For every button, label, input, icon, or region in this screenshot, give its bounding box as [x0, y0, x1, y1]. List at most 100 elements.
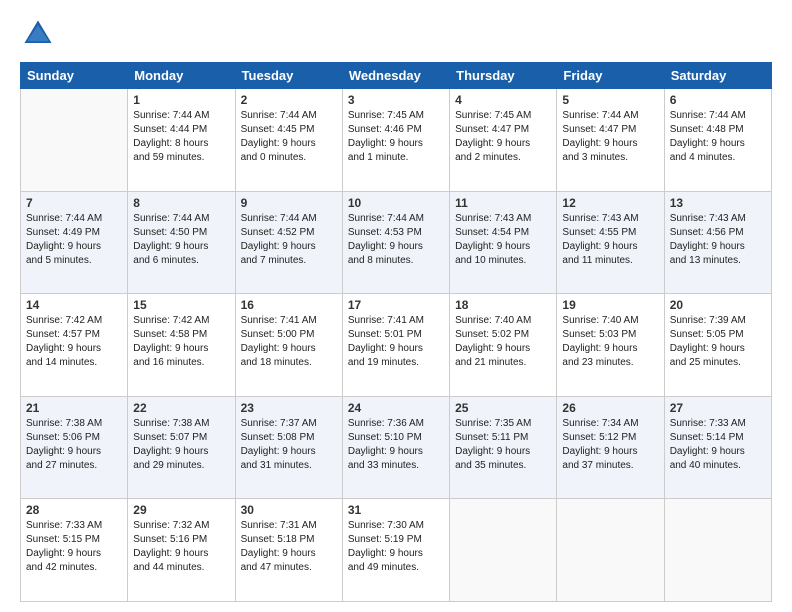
calendar-cell: 25 Sunrise: 7:35 AM Sunset: 5:11 PM Dayli…	[450, 396, 557, 499]
day-info: Sunrise: 7:43 AM Sunset: 4:54 PM Dayligh…	[455, 212, 551, 268]
page: SundayMondayTuesdayWednesdayThursdayFrid…	[0, 0, 792, 612]
day-info: Sunrise: 7:45 AM Sunset: 4:46 PM Dayligh…	[348, 109, 444, 165]
day-info: Sunrise: 7:36 AM Sunset: 5:10 PM Dayligh…	[348, 417, 444, 473]
day-info: Sunrise: 7:45 AM Sunset: 4:47 PM Dayligh…	[455, 109, 551, 165]
day-info: Sunrise: 7:44 AM Sunset: 4:52 PM Dayligh…	[241, 212, 337, 268]
logo	[20, 16, 60, 52]
calendar-cell: 24Sunrise: 7:36 AM Sunset: 5:10 PM Dayli…	[342, 396, 449, 499]
day-number: 18	[455, 298, 551, 312]
day-number: 14	[26, 298, 122, 312]
day-info: Sunrise: 7:30 AM Sunset: 5:19 PM Dayligh…	[348, 519, 444, 575]
day-number: 23	[241, 401, 337, 415]
calendar-cell: 13 Sunrise: 7:43 AM Sunset: 4:56 PM Dayli…	[664, 191, 771, 294]
day-number: 2	[241, 93, 337, 107]
day-number: 10	[348, 196, 444, 210]
day-number: 12	[562, 196, 658, 210]
day-number: 20	[670, 298, 766, 312]
calendar-cell	[21, 89, 128, 192]
day-info: Sunrise: 7:43 AM Sunset: 4:56 PM Dayligh…	[670, 212, 766, 268]
calendar-cell: 19Sunrise: 7:40 AM Sunset: 5:03 PM Dayli…	[557, 294, 664, 397]
calendar-cell: 16 Sunrise: 7:41 AM Sunset: 5:00 PM Dayli…	[235, 294, 342, 397]
day-number: 21	[26, 401, 122, 415]
day-info: Sunrise: 7:42 AM Sunset: 4:58 PM Dayligh…	[133, 314, 229, 370]
calendar-cell: 2 Sunrise: 7:44 AM Sunset: 4:45 PM Daylig…	[235, 89, 342, 192]
calendar-cell: 15 Sunrise: 7:42 AM Sunset: 4:58 PM Dayli…	[128, 294, 235, 397]
calendar-cell: 18 Sunrise: 7:40 AM Sunset: 5:02 PM Dayli…	[450, 294, 557, 397]
day-info: Sunrise: 7:35 AM Sunset: 5:11 PM Dayligh…	[455, 417, 551, 473]
day-number: 22	[133, 401, 229, 415]
day-number: 13	[670, 196, 766, 210]
day-info: Sunrise: 7:44 AM Sunset: 4:44 PM Dayligh…	[133, 109, 229, 165]
calendar-cell: 21 Sunrise: 7:38 AM Sunset: 5:06 PM Dayli…	[21, 396, 128, 499]
calendar-cell: 29 Sunrise: 7:32 AM Sunset: 5:16 PM Dayli…	[128, 499, 235, 602]
day-info: Sunrise: 7:44 AM Sunset: 4:53 PM Dayligh…	[348, 212, 444, 268]
calendar-cell: 11 Sunrise: 7:43 AM Sunset: 4:54 PM Dayli…	[450, 191, 557, 294]
day-number: 25	[455, 401, 551, 415]
calendar-cell: 20 Sunrise: 7:39 AM Sunset: 5:05 PM Dayli…	[664, 294, 771, 397]
calendar-table: SundayMondayTuesdayWednesdayThursdayFrid…	[20, 62, 772, 602]
day-number: 5	[562, 93, 658, 107]
calendar-cell: 22 Sunrise: 7:38 AM Sunset: 5:07 PM Dayli…	[128, 396, 235, 499]
day-number: 1	[133, 93, 229, 107]
day-number: 11	[455, 196, 551, 210]
calendar-cell: 9 Sunrise: 7:44 AM Sunset: 4:52 PM Daylig…	[235, 191, 342, 294]
calendar-cell: 4 Sunrise: 7:45 AM Sunset: 4:47 PM Daylig…	[450, 89, 557, 192]
day-number: 9	[241, 196, 337, 210]
day-number: 27	[670, 401, 766, 415]
day-info: Sunrise: 7:41 AM Sunset: 5:01 PM Dayligh…	[348, 314, 444, 370]
day-info: Sunrise: 7:43 AM Sunset: 4:55 PM Dayligh…	[562, 212, 658, 268]
col-header-thursday: Thursday	[450, 63, 557, 89]
day-number: 16	[241, 298, 337, 312]
day-info: Sunrise: 7:37 AM Sunset: 5:08 PM Dayligh…	[241, 417, 337, 473]
day-info: Sunrise: 7:41 AM Sunset: 5:00 PM Dayligh…	[241, 314, 337, 370]
calendar-cell: 12 Sunrise: 7:43 AM Sunset: 4:55 PM Dayli…	[557, 191, 664, 294]
day-number: 31	[348, 503, 444, 517]
day-info: Sunrise: 7:40 AM Sunset: 5:02 PM Dayligh…	[455, 314, 551, 370]
day-info: Sunrise: 7:38 AM Sunset: 5:07 PM Dayligh…	[133, 417, 229, 473]
calendar-cell: 27 Sunrise: 7:33 AM Sunset: 5:14 PM Dayli…	[664, 396, 771, 499]
calendar-cell: 23 Sunrise: 7:37 AM Sunset: 5:08 PM Dayli…	[235, 396, 342, 499]
day-number: 17	[348, 298, 444, 312]
day-info: Sunrise: 7:44 AM Sunset: 4:50 PM Dayligh…	[133, 212, 229, 268]
calendar-cell: 10 Sunrise: 7:44 AM Sunset: 4:53 PM Dayli…	[342, 191, 449, 294]
day-number: 28	[26, 503, 122, 517]
day-number: 7	[26, 196, 122, 210]
calendar-cell: 30Sunrise: 7:31 AM Sunset: 5:18 PM Dayli…	[235, 499, 342, 602]
calendar-cell	[557, 499, 664, 602]
calendar-cell: 14 Sunrise: 7:42 AM Sunset: 4:57 PM Dayli…	[21, 294, 128, 397]
day-number: 3	[348, 93, 444, 107]
day-number: 15	[133, 298, 229, 312]
day-info: Sunrise: 7:38 AM Sunset: 5:06 PM Dayligh…	[26, 417, 122, 473]
day-info: Sunrise: 7:40 AM Sunset: 5:03 PM Dayligh…	[562, 314, 658, 370]
day-number: 29	[133, 503, 229, 517]
day-info: Sunrise: 7:33 AM Sunset: 5:14 PM Dayligh…	[670, 417, 766, 473]
col-header-saturday: Saturday	[664, 63, 771, 89]
header	[20, 16, 772, 52]
day-number: 4	[455, 93, 551, 107]
day-number: 26	[562, 401, 658, 415]
day-info: Sunrise: 7:44 AM Sunset: 4:45 PM Dayligh…	[241, 109, 337, 165]
calendar-cell: 8 Sunrise: 7:44 AM Sunset: 4:50 PM Daylig…	[128, 191, 235, 294]
day-number: 6	[670, 93, 766, 107]
col-header-tuesday: Tuesday	[235, 63, 342, 89]
calendar-cell: 1 Sunrise: 7:44 AM Sunset: 4:44 PM Daylig…	[128, 89, 235, 192]
calendar-cell: 6Sunrise: 7:44 AM Sunset: 4:48 PM Daylig…	[664, 89, 771, 192]
day-info: Sunrise: 7:44 AM Sunset: 4:49 PM Dayligh…	[26, 212, 122, 268]
calendar-cell: 7 Sunrise: 7:44 AM Sunset: 4:49 PM Daylig…	[21, 191, 128, 294]
calendar-cell: 5 Sunrise: 7:44 AM Sunset: 4:47 PM Daylig…	[557, 89, 664, 192]
day-info: Sunrise: 7:32 AM Sunset: 5:16 PM Dayligh…	[133, 519, 229, 575]
day-info: Sunrise: 7:39 AM Sunset: 5:05 PM Dayligh…	[670, 314, 766, 370]
calendar-cell: 17 Sunrise: 7:41 AM Sunset: 5:01 PM Dayli…	[342, 294, 449, 397]
day-info: Sunrise: 7:44 AM Sunset: 4:47 PM Dayligh…	[562, 109, 658, 165]
calendar-cell	[664, 499, 771, 602]
day-info: Sunrise: 7:33 AM Sunset: 5:15 PM Dayligh…	[26, 519, 122, 575]
day-info: Sunrise: 7:34 AM Sunset: 5:12 PM Dayligh…	[562, 417, 658, 473]
calendar-cell: 31 Sunrise: 7:30 AM Sunset: 5:19 PM Dayli…	[342, 499, 449, 602]
day-info: Sunrise: 7:42 AM Sunset: 4:57 PM Dayligh…	[26, 314, 122, 370]
col-header-friday: Friday	[557, 63, 664, 89]
day-number: 30	[241, 503, 337, 517]
calendar-cell: 3 Sunrise: 7:45 AM Sunset: 4:46 PM Daylig…	[342, 89, 449, 192]
col-header-monday: Monday	[128, 63, 235, 89]
col-header-wednesday: Wednesday	[342, 63, 449, 89]
day-number: 8	[133, 196, 229, 210]
